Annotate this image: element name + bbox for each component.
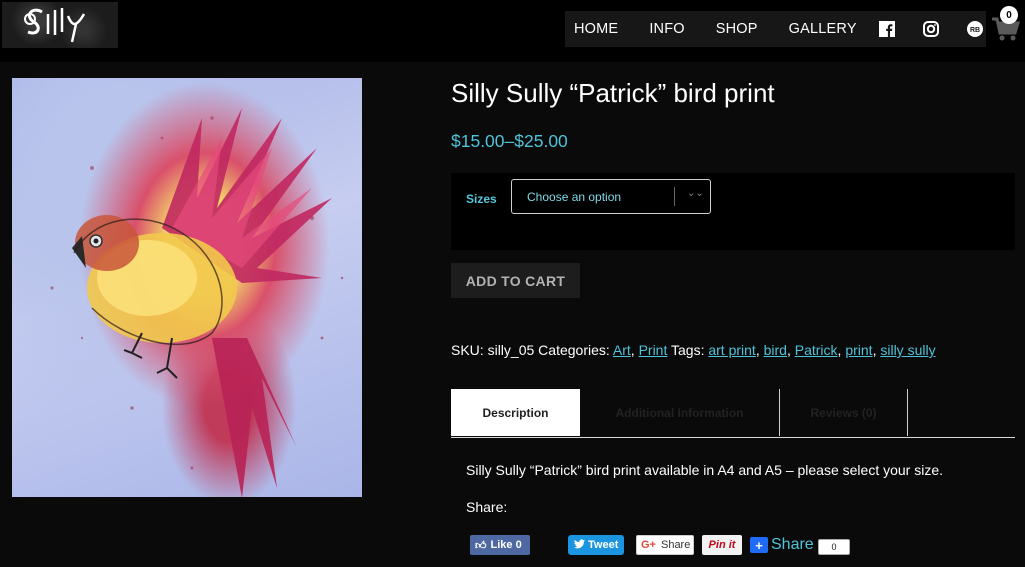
tag-link-bird[interactable]: bird — [764, 342, 787, 358]
site-logo[interactable] — [2, 2, 118, 48]
categories-label: Categories: — [538, 342, 610, 358]
tags-label: Tags: — [671, 342, 705, 358]
variations-panel: Sizes Choose an option ⌄⌄ — [451, 173, 1015, 250]
nav-gallery[interactable]: GALLERY — [780, 21, 857, 37]
category-link-art[interactable]: Art — [613, 342, 631, 358]
share-count: 0 — [818, 539, 850, 555]
tab-additional-information[interactable]: Additional Information — [580, 389, 780, 436]
instagram-icon[interactable] — [922, 20, 939, 38]
tag-link-silly-sully[interactable]: silly sully — [880, 342, 935, 358]
share-label: Share: — [466, 499, 508, 515]
share-button[interactable]: Share — [771, 534, 814, 556]
main-nav: HOME INFO SHOP GALLERY RB — [565, 11, 986, 47]
sku-value: silly_05 — [487, 342, 535, 358]
product-price: $15.00–$25.00 — [451, 131, 568, 151]
site-header: HOME INFO SHOP GALLERY RB 0 — [0, 0, 1025, 62]
thumbs-up-icon: 👍︎ — [475, 539, 487, 552]
sku-label: SKU: — [451, 342, 484, 358]
nav-home[interactable]: HOME — [565, 21, 618, 37]
facebook-like-button[interactable]: 👍︎ Like 0 — [470, 535, 530, 555]
product-image[interactable] — [12, 78, 362, 497]
google-plus-icon: G+ — [641, 539, 656, 551]
cart-count-badge: 0 — [1000, 6, 1018, 24]
tag-link-patrick[interactable]: Patrick — [795, 342, 838, 358]
tweet-button[interactable]: Tweet — [568, 535, 624, 555]
chevron-down-icon: ⌄⌄ — [687, 188, 704, 199]
product-meta: SKU: silly_05 Categories: Art, Print Tag… — [451, 342, 936, 358]
product-title: Silly Sully “Patrick” bird print — [451, 78, 775, 108]
sizes-label: Sizes — [466, 192, 497, 206]
select-divider — [674, 187, 675, 206]
tab-description[interactable]: Description — [451, 389, 580, 436]
google-plus-share-button[interactable]: G+ Share — [636, 535, 694, 555]
tweet-label: Tweet — [588, 539, 619, 551]
tag-link-print[interactable]: print — [845, 342, 872, 358]
size-select-value: Choose an option — [527, 190, 622, 204]
redbubble-icon[interactable]: RB — [966, 20, 983, 38]
twitter-icon — [574, 538, 585, 552]
pinterest-button[interactable]: Pin it — [702, 535, 742, 555]
facebook-icon[interactable] — [878, 20, 895, 38]
like-label: Like 0 — [490, 539, 522, 551]
size-select[interactable]: Choose an option ⌄⌄ — [511, 179, 711, 214]
category-link-print[interactable]: Print — [639, 342, 668, 358]
tab-reviews[interactable]: Reviews (0) — [780, 389, 908, 436]
nav-shop[interactable]: SHOP — [707, 21, 758, 37]
tag-link-art-print[interactable]: art print — [708, 342, 755, 358]
gplus-label: Share — [660, 539, 691, 551]
share-plus-icon[interactable]: + — [750, 537, 768, 553]
product-tabs: Description Additional Information Revie… — [451, 389, 1015, 438]
add-to-cart-button[interactable]: ADD TO CART — [451, 263, 580, 298]
share-buttons: 👍︎ Like 0 Tweet G+ Share Pin it + Share … — [470, 535, 870, 555]
svg-text:RB: RB — [970, 27, 980, 34]
nav-info[interactable]: INFO — [640, 21, 684, 37]
description-text: Silly Sully “Patrick” bird print availab… — [466, 462, 944, 478]
